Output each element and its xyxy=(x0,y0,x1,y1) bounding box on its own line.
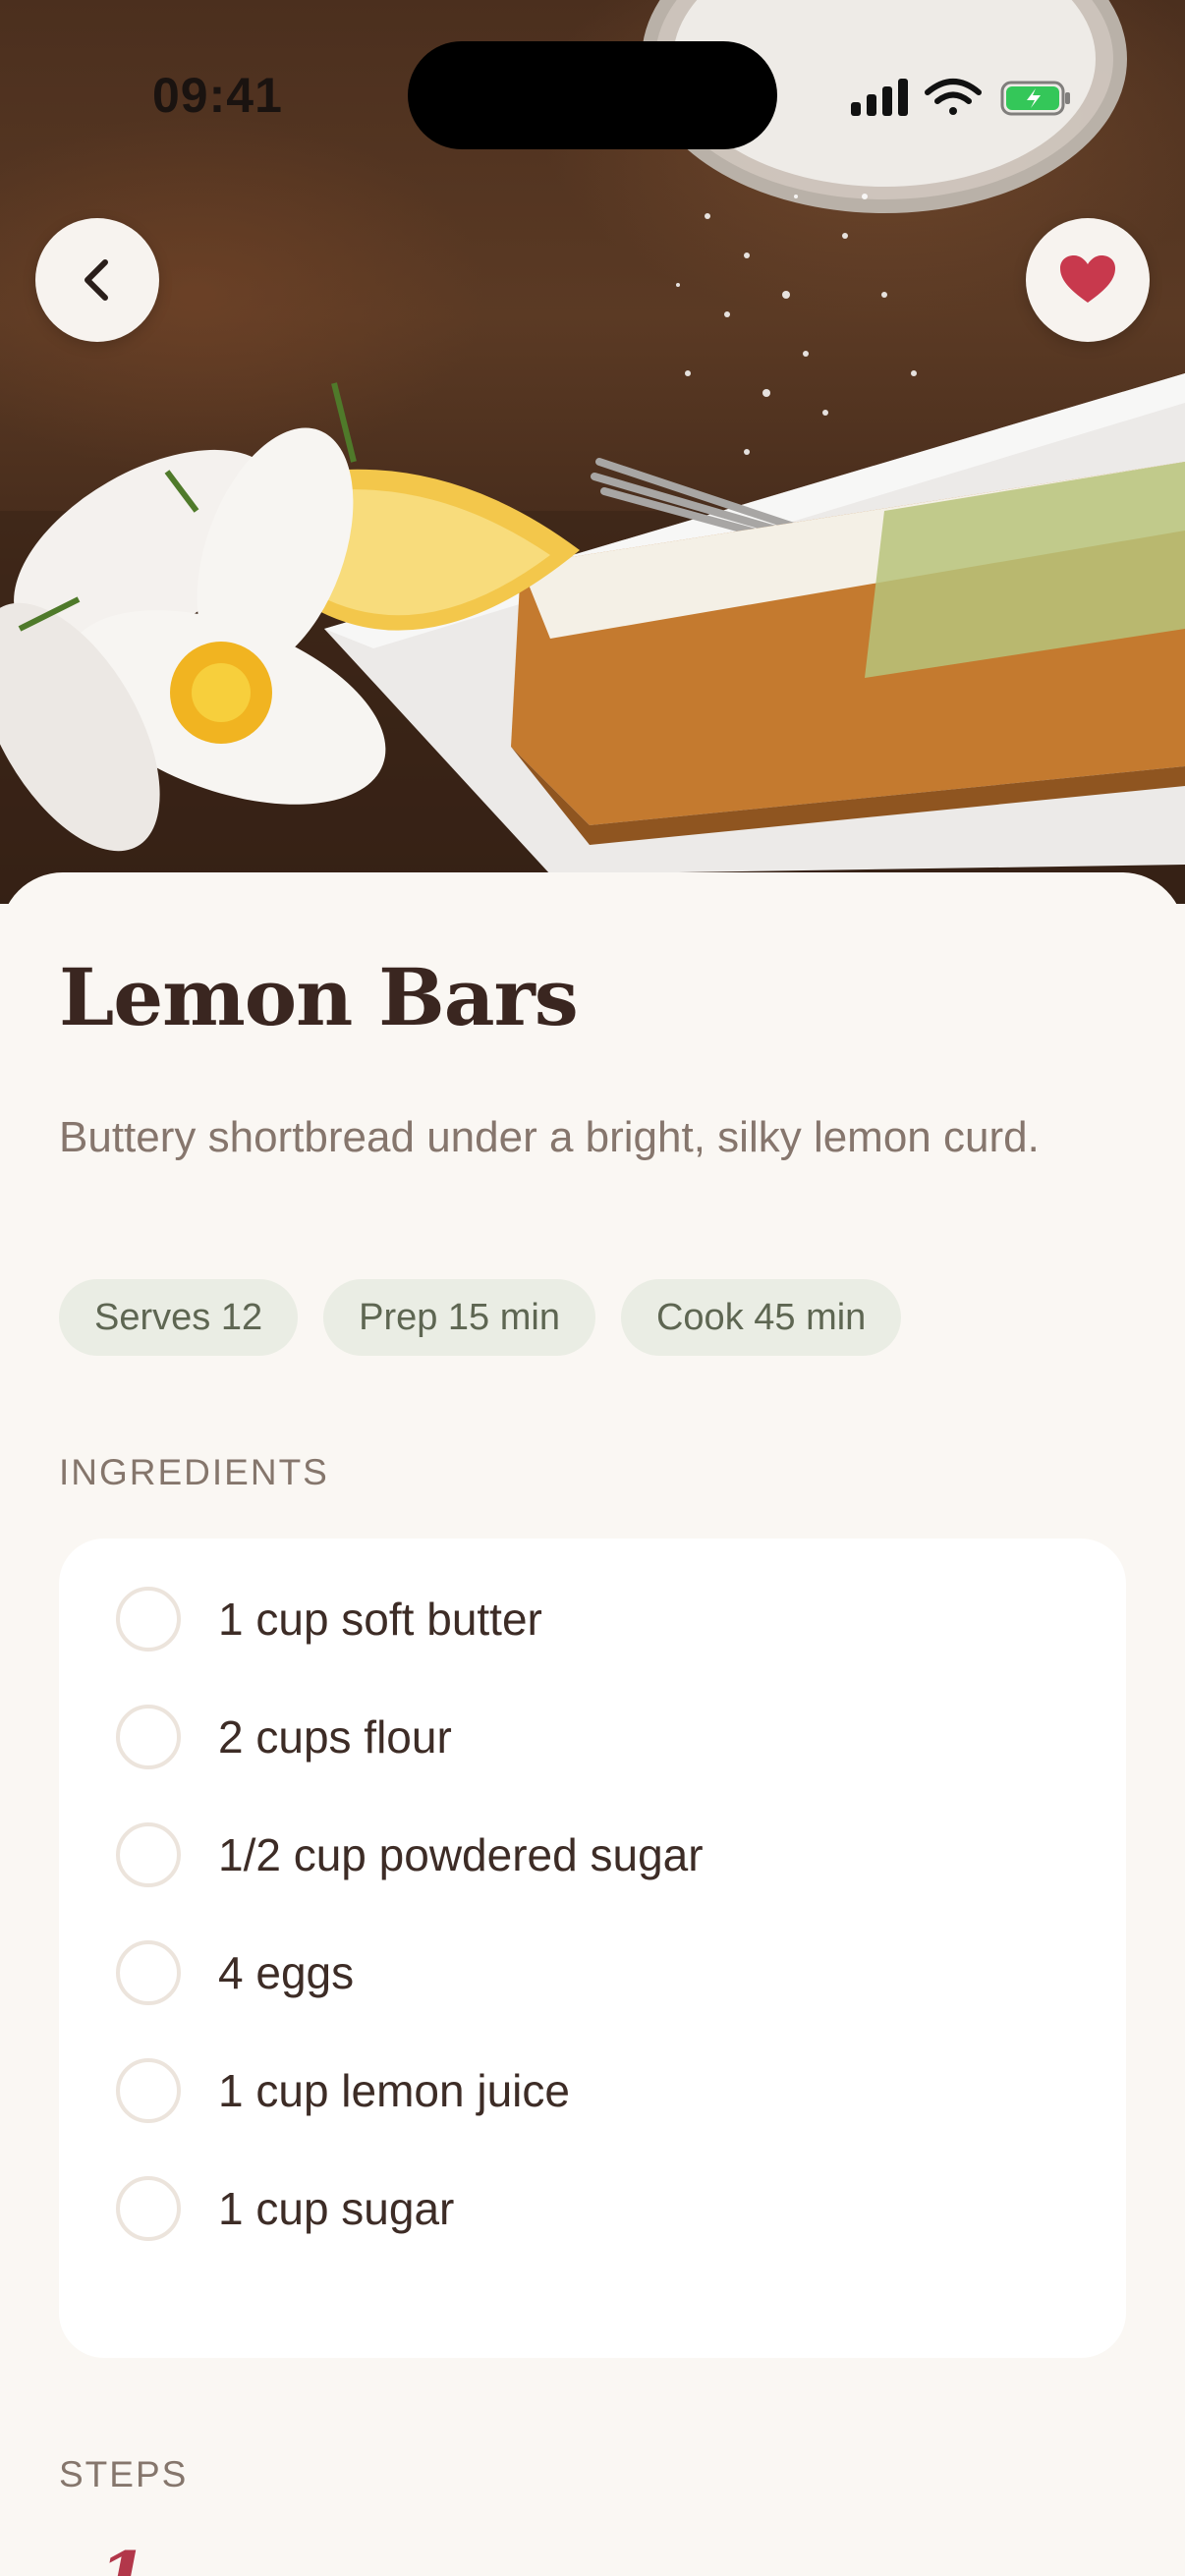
status-icons xyxy=(847,75,1073,128)
recipe-title: Lemon Bars xyxy=(59,951,579,1043)
chevron-left-icon xyxy=(85,259,108,301)
chip-cook: Cook 45 min xyxy=(620,1279,902,1356)
recipe-meta-chips: Serves 12 Prep 15 min Cook 45 min xyxy=(59,1279,902,1356)
ingredient-label: 1 cup soft butter xyxy=(218,1594,542,1645)
ingredient-item[interactable]: 1 cup sugar xyxy=(59,2150,1126,2268)
ingredient-label: 1 cup sugar xyxy=(218,2183,455,2234)
ingredient-item[interactable]: 1/2 cup powdered sugar xyxy=(59,1796,1126,1914)
checkbox-circle[interactable] xyxy=(116,1940,181,2005)
back-button[interactable] xyxy=(35,218,159,342)
checkbox-circle[interactable] xyxy=(116,2058,181,2123)
checkbox-circle[interactable] xyxy=(116,1822,181,1887)
ingredient-item[interactable]: 2 cups flour xyxy=(59,1678,1126,1796)
steps-heading: STEPS xyxy=(59,2454,189,2494)
ingredients-heading: INGREDIENTS xyxy=(59,1452,329,1492)
heart-icon xyxy=(1060,255,1115,303)
wifi-icon xyxy=(925,79,982,115)
recipe-subtitle: Buttery shortbread under a bright, silky… xyxy=(59,1113,1040,1161)
ingredient-label: 1/2 cup powdered sugar xyxy=(218,1829,704,1880)
ingredient-label: 1 cup lemon juice xyxy=(218,2065,570,2116)
ingredient-item[interactable]: 1 cup lemon juice xyxy=(59,2032,1126,2150)
ingredient-item[interactable]: 1 cup soft butter xyxy=(59,1560,1126,1678)
favorite-button[interactable] xyxy=(1026,218,1150,342)
step-number: 1 xyxy=(98,2543,147,2576)
battery-icon xyxy=(1000,81,1070,116)
ingredient-item[interactable]: 4 eggs xyxy=(59,1914,1126,2032)
checkbox-circle[interactable] xyxy=(116,1587,181,1652)
chip-serves: Serves 12 xyxy=(59,1279,299,1356)
ingredient-label: 4 eggs xyxy=(218,1947,355,1998)
ingredients-card: 1 cup soft butter 2 cups flour 1/2 cup p… xyxy=(59,1539,1126,2358)
checkbox-circle[interactable] xyxy=(116,2176,181,2241)
dynamic-island xyxy=(408,41,777,149)
chip-prep: Prep 15 min xyxy=(323,1279,595,1356)
status-time: 09:41 xyxy=(152,68,283,123)
checkbox-circle[interactable] xyxy=(116,1705,181,1769)
ingredient-label: 2 cups flour xyxy=(218,1711,452,1763)
signal-icon xyxy=(851,79,908,116)
